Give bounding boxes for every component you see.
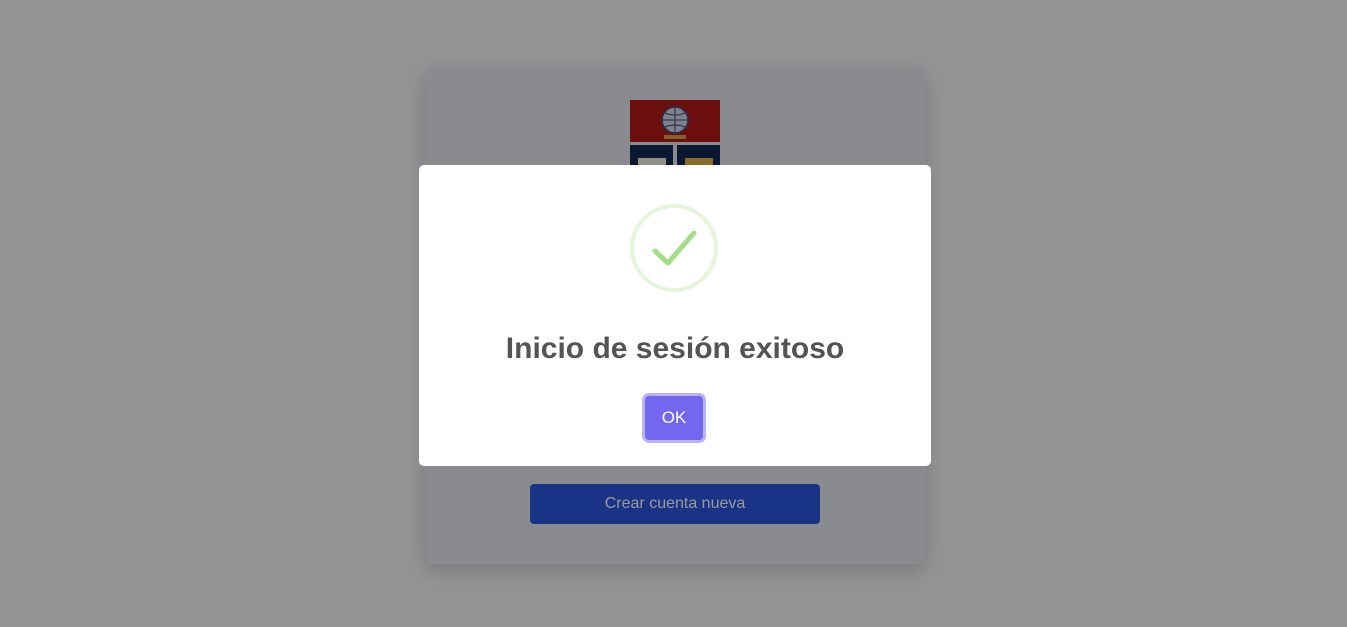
success-check-icon bbox=[630, 204, 718, 292]
success-dialog: Inicio de sesión exitoso OK bbox=[419, 165, 931, 466]
dialog-title: Inicio de sesión exitoso bbox=[505, 332, 845, 365]
ok-button[interactable]: OK bbox=[645, 396, 703, 440]
